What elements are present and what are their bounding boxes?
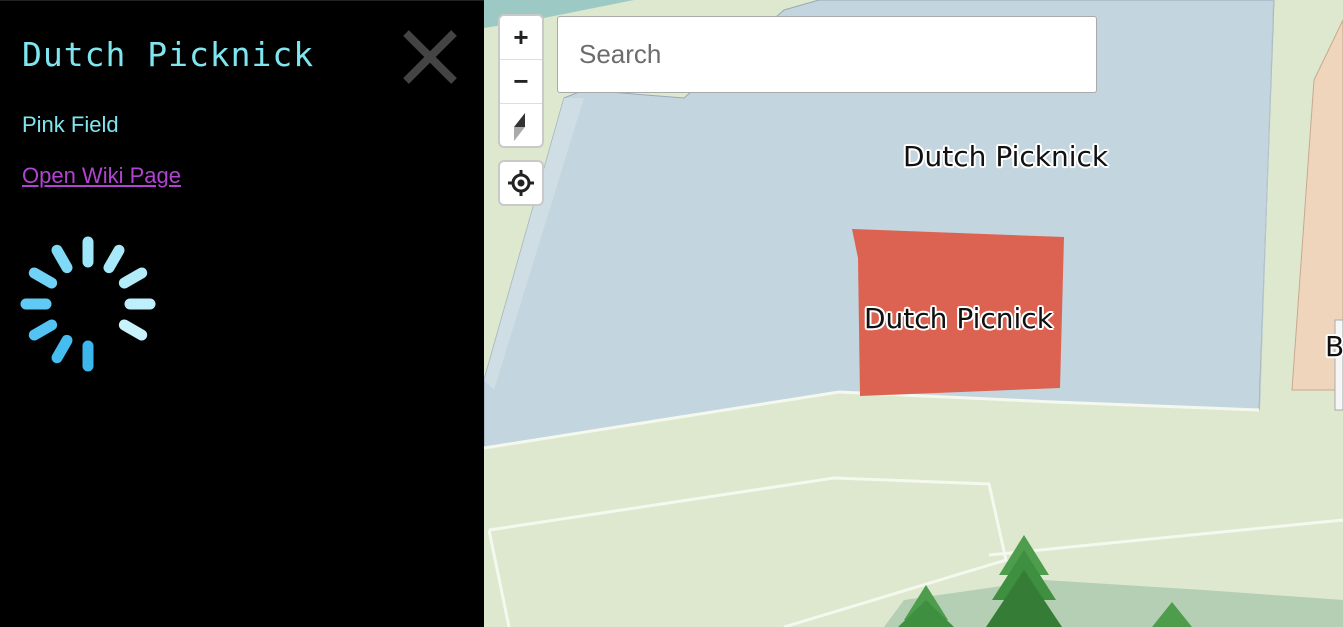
panel-title: Dutch Picknick [22, 35, 315, 74]
edge-label: B [1325, 330, 1343, 363]
forest-patch [884, 580, 1343, 627]
open-wiki-link[interactable]: Open Wiki Page [22, 163, 181, 189]
loading-spinner-icon [14, 230, 162, 378]
area-label: Dutch Picknick [903, 140, 1109, 173]
building-label: Dutch Picnick [864, 302, 1053, 335]
crosshair-icon [508, 170, 534, 196]
zoom-in-button[interactable]: + [500, 16, 542, 60]
zoom-out-button[interactable]: − [500, 60, 542, 104]
close-icon[interactable] [398, 25, 462, 89]
info-panel: Dutch Picknick Pink Field Open Wiki Page [0, 0, 484, 627]
zoom-controls: + − [498, 14, 544, 148]
compass-icon[interactable] [500, 104, 542, 147]
search-input[interactable] [557, 16, 1097, 93]
locate-me-button[interactable] [498, 160, 544, 206]
map-view[interactable]: Dutch Picknick Dutch Picnick B + − [484, 0, 1343, 627]
panel-subtitle: Pink Field [22, 112, 119, 137]
